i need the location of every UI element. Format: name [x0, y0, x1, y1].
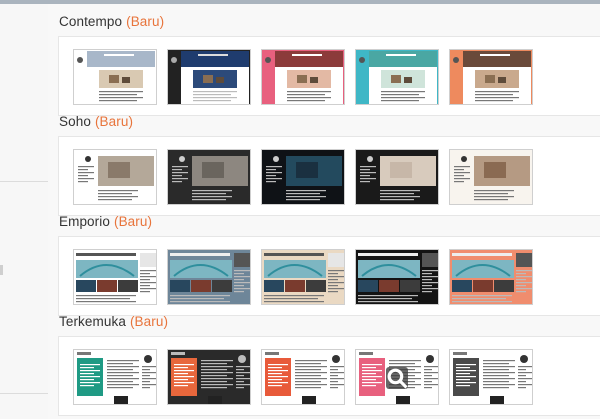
theme-family-name: Emporio	[59, 214, 110, 229]
theme-thumbnail[interactable]	[449, 249, 533, 305]
new-badge: (Baru)	[126, 14, 165, 29]
theme-preview	[168, 250, 250, 304]
theme-thumbnail[interactable]	[449, 49, 533, 105]
theme-thumbnail[interactable]	[261, 349, 345, 405]
theme-thumbnail[interactable]	[449, 349, 533, 405]
theme-thumbnail[interactable]	[261, 49, 345, 105]
theme-preview	[74, 150, 156, 204]
theme-thumbnail[interactable]	[167, 49, 251, 105]
theme-preview	[168, 350, 250, 404]
theme-preview	[262, 250, 344, 304]
theme-thumbnail[interactable]	[167, 249, 251, 305]
magnifier-icon[interactable]	[386, 367, 408, 389]
theme-family-name: Terkemuka	[59, 314, 126, 329]
theme-family-name: Soho	[59, 114, 91, 129]
theme-thumbnail[interactable]	[355, 249, 439, 305]
theme-thumbnail[interactable]	[449, 149, 533, 205]
theme-row-contempo	[58, 36, 600, 116]
theme-preview	[450, 350, 532, 404]
theme-preview	[450, 150, 532, 204]
theme-thumbnail[interactable]	[355, 149, 439, 205]
theme-preview	[356, 50, 438, 104]
theme-preview	[450, 50, 532, 104]
theme-thumbnail[interactable]	[355, 49, 439, 105]
section-title-emporio: Emporio (Baru)	[59, 214, 152, 229]
new-badge: (Baru)	[129, 314, 169, 329]
theme-preview	[74, 50, 156, 104]
theme-preview	[168, 50, 250, 104]
theme-thumbnail[interactable]	[73, 249, 157, 305]
theme-thumbnail[interactable]	[73, 49, 157, 105]
theme-row-soho	[58, 136, 600, 216]
theme-thumbnail[interactable]	[167, 349, 251, 405]
section-title-contempo: Contempo (Baru)	[59, 14, 164, 29]
new-badge: (Baru)	[113, 214, 153, 229]
theme-preview	[74, 250, 156, 304]
theme-preview	[356, 150, 438, 204]
theme-family-name: Contempo	[59, 14, 123, 29]
theme-preview	[262, 150, 344, 204]
theme-preview	[74, 350, 156, 404]
theme-row-emporio	[58, 236, 600, 316]
sidebar-scroll-nub	[0, 265, 3, 275]
section-title-soho: Soho (Baru)	[59, 114, 133, 129]
sidebar-divider	[0, 181, 48, 182]
left-sidebar	[0, 4, 48, 419]
theme-preview	[450, 250, 532, 304]
theme-thumbnail[interactable]	[73, 149, 157, 205]
sidebar-divider	[0, 393, 48, 394]
section-title-terkemuka: Terkemuka (Baru)	[59, 314, 168, 329]
theme-thumbnail[interactable]	[261, 249, 345, 305]
theme-thumbnail[interactable]	[73, 349, 157, 405]
theme-row-terkemuka	[58, 336, 600, 416]
theme-preview	[262, 50, 344, 104]
theme-thumbnail[interactable]	[261, 149, 345, 205]
theme-preview	[262, 350, 344, 404]
new-badge: (Baru)	[94, 114, 134, 129]
theme-preview	[168, 150, 250, 204]
theme-preview	[356, 250, 438, 304]
theme-thumbnail[interactable]	[167, 149, 251, 205]
theme-gallery: Contempo (Baru) Soho (Baru) Emporio (Baru) …	[48, 4, 600, 419]
theme-thumbnail[interactable]	[355, 349, 439, 405]
